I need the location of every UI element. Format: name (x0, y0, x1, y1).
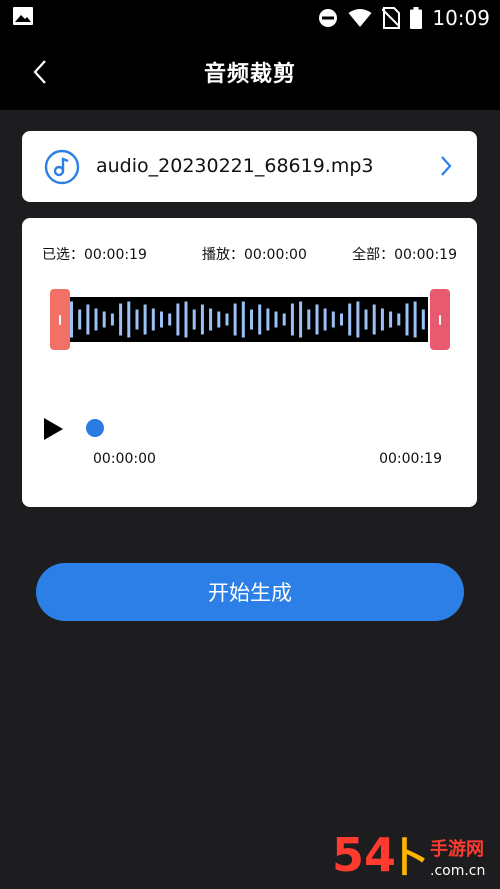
waveform-bar (217, 311, 221, 328)
battery-icon (410, 7, 423, 29)
waveform-bar (340, 313, 343, 326)
waveform-bar (184, 301, 188, 338)
waveform-trimmer[interactable] (50, 289, 450, 350)
waveform-bar (348, 303, 352, 336)
waveform-bar (127, 301, 131, 338)
waveform-bar (307, 309, 311, 330)
waveform-bar (94, 308, 98, 331)
waveform-bar (241, 301, 245, 338)
page-title: 音频裁剪 (203, 62, 296, 87)
waveform-bar (413, 301, 417, 338)
waveform-bar (274, 311, 278, 328)
waveform-bar (356, 301, 360, 338)
waveform (68, 297, 428, 342)
svg-text:54: 54 (332, 828, 396, 882)
title-bar: 音频裁剪 (0, 36, 500, 110)
waveform-bar (282, 313, 286, 326)
music-note-icon (44, 149, 80, 185)
waveform-bar (70, 301, 73, 338)
svg-text:手游网: 手游网 (430, 838, 484, 860)
no-sim-icon (382, 7, 401, 29)
time-start: 00:00:00 (93, 451, 156, 467)
waveform-bar (160, 311, 163, 328)
waveform-bar (331, 311, 335, 328)
svg-text:.com.cn: .com.cn (430, 863, 485, 879)
waveform-bar (110, 313, 114, 326)
waveform-bar (323, 308, 327, 331)
file-selector[interactable]: audio_20230221_68619.mp3 (22, 131, 477, 202)
waveform-bar (364, 309, 368, 330)
waveform-bar (405, 303, 409, 336)
waveform-bar (233, 303, 237, 336)
generate-button[interactable]: 开始生成 (36, 563, 464, 621)
clock: 10:09 (432, 6, 490, 30)
watermark-logo: 54 卜 手游网 .com.cn (332, 828, 485, 882)
grip (439, 314, 441, 325)
total-duration: 全部：00:00:19 (352, 247, 457, 263)
waveform-bar (78, 309, 82, 330)
waveform-bar (119, 303, 123, 336)
trim-info-row: 已选：00:00:19 播放：00:00:00 全部：00:00:19 (22, 244, 477, 264)
svg-text:卜: 卜 (388, 835, 428, 881)
image-icon (13, 7, 33, 25)
waveform-bar (192, 309, 196, 330)
time-end: 00:00:19 (379, 451, 442, 467)
waveform-bar (168, 313, 172, 326)
status-bar: 10:09 (0, 0, 500, 36)
waveform-bar (143, 304, 147, 335)
waveform-bar (421, 309, 425, 330)
playback-progress-knob[interactable] (86, 419, 104, 437)
wifi-icon (348, 9, 372, 27)
waveform-bar (258, 304, 262, 335)
file-name: audio_20230221_68619.mp3 (96, 155, 374, 177)
grip (59, 314, 61, 325)
waveform-bar (299, 301, 303, 338)
playing-position: 播放：00:00:00 (202, 247, 307, 263)
waveform-bar (250, 309, 253, 330)
trimmer-panel: 已选：00:00:19 播放：00:00:00 全部：00:00:19 00:0… (22, 218, 477, 507)
waveform-bar (380, 308, 384, 331)
trim-end-handle[interactable] (430, 289, 450, 350)
selected-duration: 已选：00:00:19 (42, 247, 147, 263)
waveform-bar (315, 304, 319, 335)
play-button[interactable] (42, 417, 64, 441)
waveform-bar (397, 313, 401, 326)
waveform-bar (389, 311, 393, 328)
waveform-bar (372, 304, 376, 335)
waveform-bar (86, 304, 90, 335)
do-not-disturb-icon (319, 9, 338, 27)
waveform-bar (102, 311, 106, 328)
waveform-bar (200, 304, 204, 335)
waveform-bar (176, 303, 180, 336)
waveform-bar (151, 308, 155, 331)
trim-start-handle[interactable] (50, 289, 70, 350)
waveform-bar (209, 308, 213, 331)
waveform-bar (135, 309, 139, 330)
waveform-bar (290, 303, 294, 336)
waveform-bar (225, 313, 229, 326)
waveform-bar (266, 308, 270, 331)
chevron-right-icon (441, 156, 452, 176)
